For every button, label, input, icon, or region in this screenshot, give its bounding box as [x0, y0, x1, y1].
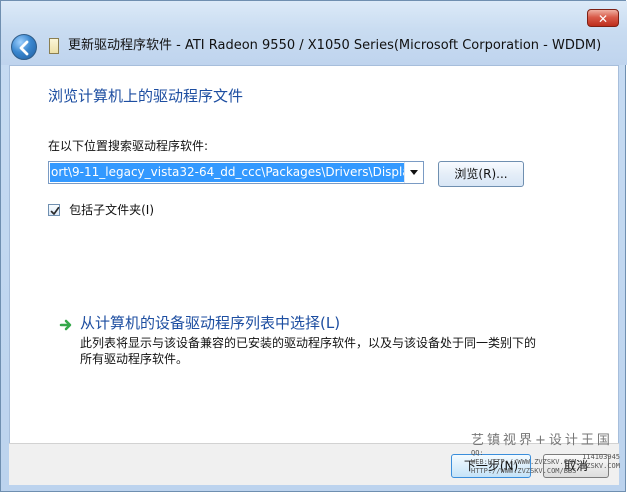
include-subfolders-row[interactable]: 包括子文件夹(I) [48, 199, 154, 217]
device-driver-list-option[interactable]: 从计算机的设备驱动程序列表中选择(L) [80, 313, 340, 333]
watermark-qq-number: 114103945 [582, 453, 620, 461]
window-title: 更新驱动程序软件 - ATI Radeon 9550 / X1050 Serie… [68, 38, 602, 53]
green-arrow-icon [59, 319, 72, 331]
device-icon [49, 38, 59, 54]
page-heading: 浏览计算机上的驱动程序文件 [48, 87, 244, 105]
watermark-right: 114103945 ZVZSKV.COM [565, 453, 620, 471]
search-path-combobox[interactable]: ort\9-11_legacy_vista32-64_dd_ccc\Packag… [48, 161, 424, 184]
device-driver-list-description-line2: 所有驱动程序软件。 [80, 352, 189, 366]
device-driver-list-description: 此列表将显示与该设备兼容的已安装的驱动程序软件，以及与该设备处于同一类别下的 所… [80, 335, 550, 367]
browse-button[interactable]: 浏览(R)... [438, 161, 524, 187]
chevron-down-icon[interactable] [404, 162, 423, 183]
driver-update-window: ✕ 更新驱动程序软件 - ATI Radeon 9550 / X1050 Ser… [0, 0, 627, 492]
close-icon: ✕ [597, 12, 609, 26]
device-driver-list-description-line1: 此列表将显示与该设备兼容的已安装的驱动程序软件，以及与该设备处于同一类别下的 [80, 336, 537, 350]
back-button[interactable] [11, 34, 37, 60]
search-path-input[interactable]: ort\9-11_legacy_vista32-64_dd_ccc\Packag… [50, 163, 404, 182]
search-path-label: 在以下位置搜索驱动程序软件: [48, 139, 209, 153]
back-arrow-icon [19, 40, 29, 56]
include-subfolders-label: 包括子文件夹(I) [69, 202, 154, 217]
title-bar: ✕ 更新驱动程序软件 - ATI Radeon 9550 / X1050 Ser… [1, 1, 627, 65]
watermark-brand: 艺镇视界+设计王国 [471, 433, 613, 448]
include-subfolders-checkbox[interactable] [48, 203, 60, 216]
checkmark-icon [50, 206, 60, 215]
content-panel: 浏览计算机上的驱动程序文件 在以下位置搜索驱动程序软件: ort\9-11_le… [9, 65, 619, 443]
close-button[interactable]: ✕ [587, 9, 619, 27]
watermark-site-short: ZVZSKV.COM [577, 462, 620, 470]
